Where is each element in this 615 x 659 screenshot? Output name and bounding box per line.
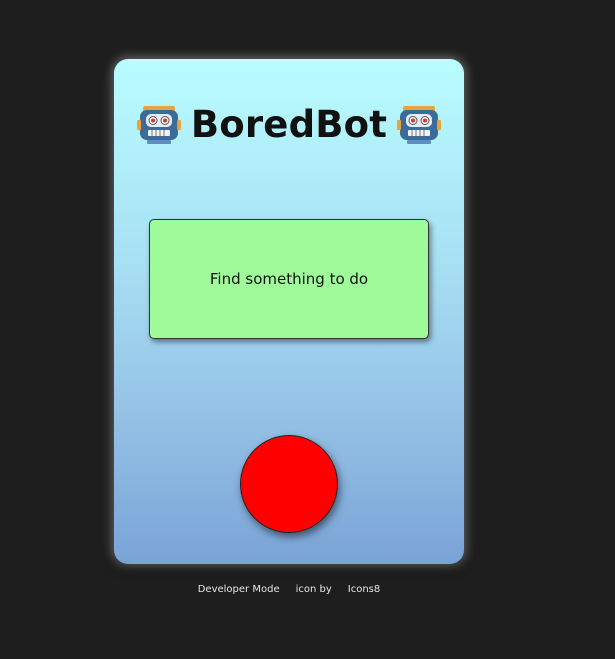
developer-mode-link[interactable]: Developer Mode	[198, 584, 280, 595]
red-round-button[interactable]	[240, 435, 338, 533]
app-title: BoredBot	[190, 102, 388, 146]
footer: Developer Mode icon by Icons8	[0, 580, 578, 598]
find-activity-label: Find something to do	[209, 270, 369, 288]
icon-credit-text: icon by	[295, 583, 332, 595]
robot-icon	[136, 106, 181, 144]
icons8-link[interactable]: Icons8	[348, 584, 380, 595]
robot-icon	[397, 106, 442, 144]
boredbot-card: BoredBot Find something to do	[114, 59, 464, 564]
find-activity-button[interactable]: Find something to do	[149, 219, 429, 339]
app-header: BoredBot	[114, 99, 464, 149]
